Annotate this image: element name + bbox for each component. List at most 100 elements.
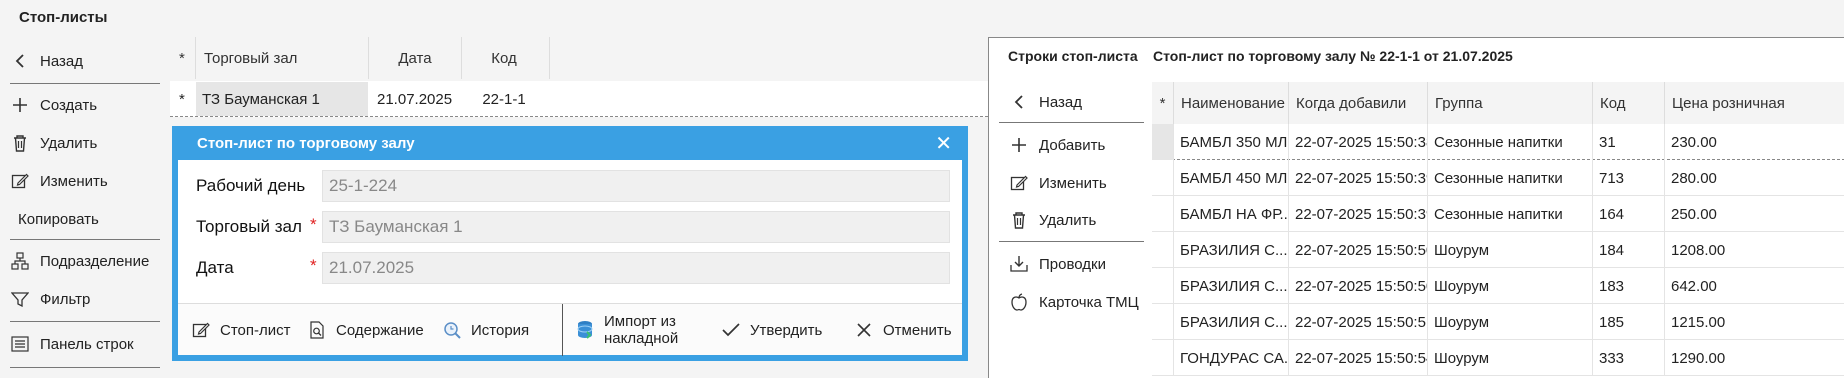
cell-group[interactable]: Сезонные напитки: [1428, 196, 1593, 232]
postings-button[interactable]: Проводки: [1009, 249, 1106, 279]
filter-button[interactable]: Фильтр: [10, 284, 90, 314]
rows-table-header: * Наименование Когда добавили Группа Код…: [1152, 82, 1844, 124]
cell-added[interactable]: 22-07-2025 15:50:39: [1289, 160, 1428, 196]
cell-added[interactable]: 22-07-2025 15:50:50: [1289, 268, 1428, 304]
document-search-icon: [306, 319, 328, 341]
cell-code[interactable]: 164: [1593, 196, 1665, 232]
cell-group[interactable]: Сезонные напитки: [1428, 160, 1593, 196]
cell-added[interactable]: 22-07-2025 15:50:39: [1289, 196, 1428, 232]
cell-name[interactable]: БАМБЛ НА ФР...: [1174, 196, 1289, 232]
cell-group[interactable]: Шоурум: [1428, 304, 1593, 340]
cell-group[interactable]: Сезонные напитки: [1428, 124, 1593, 160]
row-selector[interactable]: [1152, 160, 1174, 196]
hall-field[interactable]: [322, 211, 950, 243]
row-hall[interactable]: ТЗ Бауманская 1: [196, 82, 368, 116]
create-button[interactable]: Создать: [10, 90, 97, 120]
back-button[interactable]: Назад: [10, 46, 83, 76]
col-name[interactable]: Наименование: [1174, 82, 1289, 124]
row-code[interactable]: 22-1-1: [462, 82, 546, 116]
copy-button[interactable]: Копировать: [18, 204, 99, 234]
cell-price[interactable]: 230.00: [1665, 124, 1844, 160]
grid-header-code[interactable]: Код: [462, 37, 546, 79]
cell-price[interactable]: 1290.00: [1665, 340, 1844, 376]
rpanel-subtitle: Стоп-лист по торговому залу № 22-1-1 от …: [1153, 48, 1513, 64]
table-row[interactable]: ГОНДУРАС СА... 22-07-2025 15:50:54 Шоурум 3…: [1152, 340, 1844, 376]
rpanel-edit-button[interactable]: Изменить: [1009, 168, 1107, 198]
row-selector[interactable]: [1152, 196, 1174, 232]
division-button[interactable]: Подразделение: [10, 246, 149, 276]
cell-price[interactable]: 642.00: [1665, 268, 1844, 304]
col-code[interactable]: Код: [1593, 82, 1665, 124]
rpanel-delete-button[interactable]: Удалить: [1009, 205, 1096, 235]
table-row[interactable]: БРАЗИЛИЯ С... 22-07-2025 15:50:51 Шоурум 18…: [1152, 304, 1844, 340]
row-date[interactable]: 21.07.2025: [377, 82, 461, 116]
cell-code[interactable]: 183: [1593, 268, 1665, 304]
cell-name[interactable]: БАМБЛ 450 МЛ: [1174, 160, 1289, 196]
cell-code[interactable]: 185: [1593, 304, 1665, 340]
cancel-button[interactable]: Отменить: [853, 304, 952, 356]
cell-code[interactable]: 713: [1593, 160, 1665, 196]
rpanel-back-button[interactable]: Назад: [1009, 87, 1082, 117]
add-button[interactable]: Добавить: [1009, 130, 1105, 160]
table-row[interactable]: БРАЗИЛИЯ С... 22-07-2025 15:50:50 Шоурум 18…: [1152, 268, 1844, 304]
content-button[interactable]: Содержание: [306, 304, 424, 356]
rpanel-back-label: Назад: [1039, 93, 1082, 111]
cell-added[interactable]: 22-07-2025 15:50:38: [1289, 124, 1428, 160]
row-selector[interactable]: [1152, 304, 1174, 340]
cell-name[interactable]: БАМБЛ 350 МЛ: [1174, 124, 1289, 160]
cell-name[interactable]: БРАЗИЛИЯ С...: [1174, 268, 1289, 304]
cell-price[interactable]: 250.00: [1665, 196, 1844, 232]
add-label: Добавить: [1039, 136, 1106, 154]
table-row[interactable]: БРАЗИЛИЯ С... 22-07-2025 15:50:50 Шоурум 18…: [1152, 232, 1844, 268]
cell-name[interactable]: БРАЗИЛИЯ С...: [1174, 232, 1289, 268]
cell-code[interactable]: 184: [1593, 232, 1665, 268]
stoplist-rows-panel: Строки стоп-листа Стоп-лист по торговому…: [988, 37, 1844, 378]
cell-price[interactable]: 280.00: [1665, 160, 1844, 196]
import-label-line2: накладной: [604, 330, 679, 347]
cell-price[interactable]: 1215.00: [1665, 304, 1844, 340]
import-button[interactable]: Импорт из накладной: [574, 304, 678, 356]
cell-code[interactable]: 31: [1593, 124, 1665, 160]
date-field[interactable]: [322, 252, 950, 284]
create-label: Создать: [40, 96, 98, 114]
rpanel-edit-label: Изменить: [1039, 174, 1107, 192]
approve-button[interactable]: Утвердить: [720, 304, 822, 356]
item-card-button[interactable]: Карточка ТМЦ: [1009, 287, 1139, 317]
cell-group[interactable]: Шоурум: [1428, 268, 1593, 304]
import-label-line1: Импорт из: [604, 313, 676, 330]
delete-button[interactable]: Удалить: [10, 128, 97, 158]
row-selector[interactable]: [1152, 124, 1174, 160]
table-row[interactable]: БАМБЛ 450 МЛ 22-07-2025 15:50:39 Сезонные …: [1152, 160, 1844, 196]
edit-button[interactable]: Изменить: [10, 166, 108, 196]
rows-panel-button[interactable]: Панель строк: [10, 329, 134, 359]
cell-added[interactable]: 22-07-2025 15:50:50: [1289, 232, 1428, 268]
table-row[interactable]: БАМБЛ НА ФР... 22-07-2025 15:50:39 Сезонны…: [1152, 196, 1844, 232]
table-row[interactable]: БАМБЛ 350 МЛ 22-07-2025 15:50:38 Сезонные …: [1152, 124, 1844, 160]
grid-header-hall[interactable]: Торговый зал: [204, 37, 364, 79]
chevron-left-icon: [10, 51, 30, 71]
col-group[interactable]: Группа: [1428, 82, 1593, 124]
history-button[interactable]: История: [441, 304, 529, 356]
workday-label: Рабочий день: [196, 176, 306, 195]
close-icon[interactable]: ✕: [935, 131, 952, 156]
col-price[interactable]: Цена розничная: [1665, 82, 1844, 124]
copy-label: Копировать: [18, 210, 99, 228]
cell-added[interactable]: 22-07-2025 15:50:54: [1289, 340, 1428, 376]
col-added[interactable]: Когда добавили: [1289, 82, 1428, 124]
item-card-label: Карточка ТМЦ: [1039, 293, 1139, 311]
row-selector[interactable]: [1152, 268, 1174, 304]
modal-body: Рабочий день Торговый зал * Дата * Стоп-…: [178, 160, 962, 356]
cell-group[interactable]: Шоурум: [1428, 232, 1593, 268]
cell-group[interactable]: Шоурум: [1428, 340, 1593, 376]
cell-code[interactable]: 333: [1593, 340, 1665, 376]
sidebar-divider: [10, 239, 160, 240]
row-selector[interactable]: [1152, 340, 1174, 376]
workday-field[interactable]: [322, 170, 950, 202]
cell-name[interactable]: ГОНДУРАС СА...: [1174, 340, 1289, 376]
stoplist-button[interactable]: Стоп-лист: [190, 304, 291, 356]
cell-name[interactable]: БРАЗИЛИЯ С...: [1174, 304, 1289, 340]
cell-price[interactable]: 1208.00: [1665, 232, 1844, 268]
grid-header-date[interactable]: Дата: [369, 37, 461, 79]
row-selector[interactable]: [1152, 232, 1174, 268]
cell-added[interactable]: 22-07-2025 15:50:51: [1289, 304, 1428, 340]
